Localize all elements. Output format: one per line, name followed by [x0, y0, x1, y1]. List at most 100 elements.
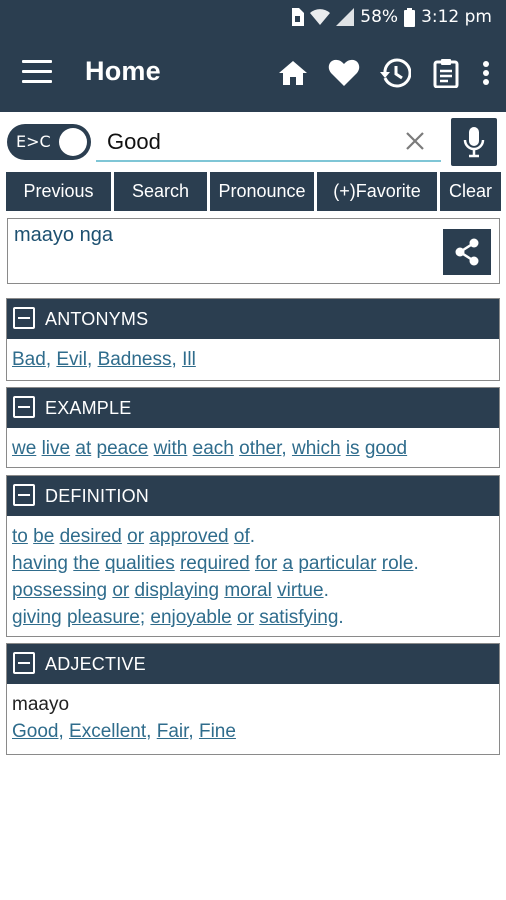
previous-button[interactable]: Previous — [6, 172, 111, 211]
word-link[interactable]: is — [346, 438, 360, 459]
word-link[interactable]: giving — [12, 607, 62, 628]
word-link[interactable]: approved — [149, 526, 228, 547]
word-link[interactable]: desired — [60, 526, 122, 547]
share-icon — [455, 238, 479, 266]
synonym-link[interactable]: Fair — [157, 721, 189, 742]
word-link[interactable]: or — [237, 607, 254, 628]
section-title: DEFINITION — [45, 486, 149, 506]
word-link[interactable]: displaying — [135, 580, 220, 601]
microphone-icon — [463, 127, 485, 158]
word-link[interactable]: at — [75, 438, 91, 459]
collapse-icon[interactable] — [13, 652, 35, 674]
menu-icon[interactable] — [22, 60, 52, 86]
add-favorite-button[interactable]: (+)Favorite — [317, 172, 437, 211]
search-button[interactable]: Search — [114, 172, 207, 211]
word-link[interactable]: moral — [224, 580, 272, 601]
section-title: EXAMPLE — [45, 398, 132, 418]
word-link[interactable]: particular — [298, 553, 376, 574]
microphone-button[interactable] — [451, 118, 497, 166]
adjective-header[interactable]: ADJECTIVE — [7, 644, 499, 684]
definition-header[interactable]: DEFINITION — [7, 476, 499, 516]
antonym-link[interactable]: Ill — [182, 349, 196, 370]
language-toggle[interactable]: E>C — [7, 124, 91, 160]
word-link[interactable]: we — [12, 438, 36, 459]
example-section: EXAMPLE we live at peace with each other… — [6, 387, 500, 468]
synonym-link[interactable]: Excellent — [69, 721, 146, 742]
translation-result: maayo nga — [7, 218, 500, 284]
battery-percent: 58% — [360, 7, 399, 27]
definition-line: having the qualities required for a part… — [12, 553, 419, 574]
adjective-section: ADJECTIVE maayo Good, Excellent, Fair, F… — [6, 643, 500, 755]
definition-body: to be desired or approved of. having the… — [7, 516, 499, 631]
share-button[interactable] — [443, 229, 491, 275]
definition-section: DEFINITION to be desired or approved of.… — [6, 475, 500, 637]
home-icon[interactable] — [276, 56, 310, 90]
toggle-knob — [59, 128, 87, 156]
status-icons: 58% 3:12 pm — [290, 7, 492, 27]
word-link[interactable]: qualities — [105, 553, 175, 574]
word-link[interactable]: other — [239, 438, 281, 459]
antonym-link[interactable]: Evil — [56, 349, 87, 370]
section-title: ADJECTIVE — [45, 654, 146, 674]
antonym-link[interactable]: Badness — [98, 349, 172, 370]
word-link[interactable]: pleasure — [67, 607, 140, 628]
word-link[interactable]: which — [292, 438, 341, 459]
example-body: we live at peace with each other, which … — [12, 438, 408, 459]
collapse-icon[interactable] — [13, 396, 35, 418]
app-bar-actions — [276, 56, 492, 90]
action-button-row: Previous Search Pronounce (+)Favorite Cl… — [6, 172, 501, 211]
clear-button[interactable]: Clear — [440, 172, 501, 211]
word-link[interactable]: role — [382, 553, 414, 574]
sim-icon — [292, 8, 305, 26]
collapse-icon[interactable] — [13, 307, 35, 329]
favorite-heart-icon[interactable] — [327, 56, 361, 90]
word-link[interactable]: for — [255, 553, 277, 574]
clock: 3:12 pm — [421, 7, 492, 27]
translation-text: maayo nga — [14, 224, 113, 246]
word-link[interactable]: to — [12, 526, 28, 547]
battery-icon — [404, 7, 416, 27]
antonyms-header[interactable]: ANTONYMS — [7, 299, 499, 339]
definition-line: possessing or displaying moral virtue. — [12, 580, 329, 601]
word-link[interactable]: having — [12, 553, 68, 574]
word-link[interactable]: each — [193, 438, 234, 459]
clipboard-icon[interactable] — [429, 56, 463, 90]
word-link[interactable]: satisfying — [259, 607, 338, 628]
app-bar: Home — [0, 36, 506, 112]
word-link[interactable]: a — [282, 553, 293, 574]
word-link[interactable]: or — [112, 580, 129, 601]
word-link[interactable]: peace — [97, 438, 149, 459]
pronounce-button[interactable]: Pronounce — [210, 172, 314, 211]
signal-icon — [336, 8, 355, 26]
synonym-link[interactable]: Fine — [199, 721, 236, 742]
adjective-translation: maayo — [12, 694, 70, 715]
word-link[interactable]: virtue — [277, 580, 323, 601]
synonym-link[interactable]: Good — [12, 721, 58, 742]
definition-line: giving pleasure; enjoyable or satisfying… — [12, 607, 344, 628]
word-link[interactable]: or — [127, 526, 144, 547]
word-link[interactable]: enjoyable — [150, 607, 231, 628]
word-link[interactable]: required — [180, 553, 250, 574]
antonym-link[interactable]: Bad — [12, 349, 46, 370]
search-input[interactable] — [96, 124, 441, 162]
word-link[interactable]: possessing — [12, 580, 107, 601]
status-bar: 58% 3:12 pm — [0, 0, 506, 36]
antonyms-section: ANTONYMS Bad, Evil, Badness, Ill — [6, 298, 500, 381]
wifi-icon — [310, 9, 331, 25]
word-link[interactable]: be — [33, 526, 54, 547]
history-icon[interactable] — [378, 56, 412, 90]
antonyms-body: Bad, Evil, Badness, Ill — [12, 349, 196, 370]
clear-text-icon[interactable] — [402, 128, 428, 154]
word-link[interactable]: live — [42, 438, 71, 459]
word-link[interactable]: good — [365, 438, 407, 459]
word-link[interactable]: the — [73, 553, 99, 574]
collapse-icon[interactable] — [13, 484, 35, 506]
more-vert-icon[interactable] — [480, 56, 492, 90]
word-link[interactable]: of — [234, 526, 250, 547]
adjective-body: maayo Good, Excellent, Fair, Fine — [7, 684, 499, 745]
definition-line: to be desired or approved of. — [12, 526, 256, 547]
page-title: Home — [85, 56, 161, 86]
language-toggle-label: E>C — [16, 132, 51, 151]
word-link[interactable]: with — [154, 438, 188, 459]
example-header[interactable]: EXAMPLE — [7, 388, 499, 428]
